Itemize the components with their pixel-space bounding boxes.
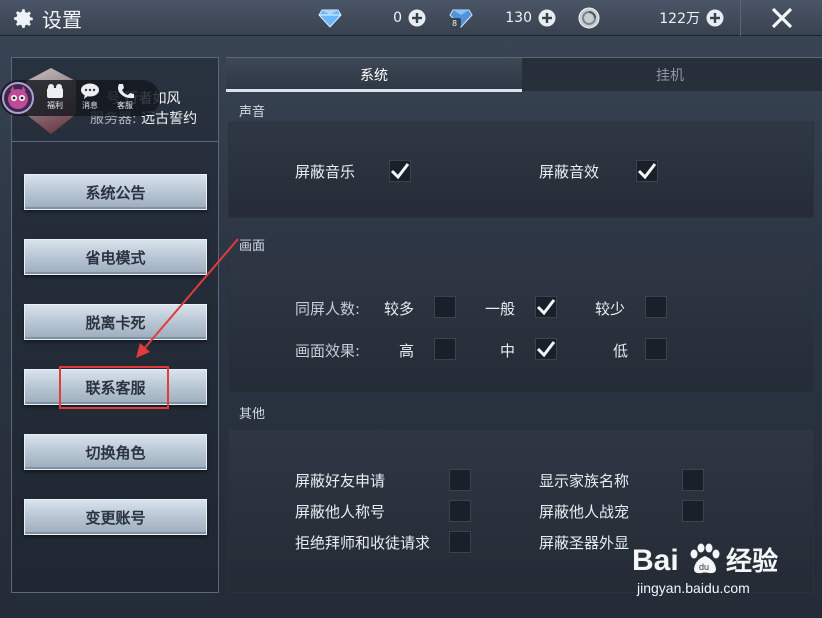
hide-others-pets-checkbox[interactable] [682, 500, 704, 522]
reject-mentor-requests-label: 拒绝拜师和收徒请求 [295, 534, 431, 552]
baidu-logo: Bai du 经验 [632, 543, 778, 577]
add-silver-button[interactable] [706, 9, 724, 27]
watermark-url: jingyan.baidu.com [637, 580, 750, 596]
silver-value: 122万 [659, 11, 700, 27]
player-count-less-label: 较少 [595, 300, 626, 318]
tab-system[interactable]: 系统 [226, 58, 522, 92]
bound-diamond-value: 130 [505, 10, 532, 26]
hide-artifact-appearance-label: 屏蔽圣器外显 [539, 534, 630, 552]
graphics-low-label: 低 [613, 342, 629, 360]
svg-text:Bai: Bai [632, 544, 679, 577]
hide-others-titles-checkbox[interactable] [449, 500, 471, 522]
change-account-button[interactable]: 变更账号 [24, 499, 207, 535]
mute-music-label: 屏蔽音乐 [295, 163, 356, 181]
power-saving-button[interactable]: 省电模式 [24, 239, 207, 275]
player-count-more-label: 较多 [384, 300, 415, 318]
mute-music-checkbox[interactable] [389, 160, 411, 182]
reject-mentor-requests-checkbox[interactable] [449, 531, 471, 553]
checkmark-icon [390, 163, 410, 180]
graphics-low-checkbox[interactable] [645, 338, 667, 360]
welfare-button[interactable]: 福利 [38, 83, 72, 115]
quick-access-bar: 福利 消息 客服 [0, 80, 160, 116]
mute-sfx-checkbox[interactable] [636, 160, 658, 182]
player-count-normal-label: 一般 [485, 300, 516, 318]
support-button[interactable]: 客服 [108, 83, 142, 115]
graphics-high-checkbox[interactable] [434, 338, 456, 360]
player-count-less-checkbox[interactable] [645, 296, 667, 318]
display-section-title: 画面 [239, 239, 266, 254]
hide-others-pets-label: 屏蔽他人战宠 [539, 503, 630, 521]
left-panel: 号 行者如风 服务器: 远古誓约 系统公告 省电模式 脱离卡死 联系客服 切换角… [11, 57, 219, 593]
show-family-name-checkbox[interactable] [682, 469, 704, 491]
baidu-watermark: Bai du 经验 [632, 538, 792, 584]
svg-text:du: du [699, 562, 709, 572]
chat-icon [81, 83, 99, 99]
checkmark-icon [536, 341, 556, 358]
graphics-medium-label: 中 [500, 342, 516, 360]
silver-counter: 122万 [578, 6, 724, 30]
svg-text:8: 8 [452, 19, 457, 28]
graphics-high-label: 高 [399, 342, 415, 360]
welfare-label: 福利 [47, 101, 63, 110]
switch-character-button[interactable]: 切换角色 [24, 434, 207, 470]
mascot-face-icon [8, 86, 28, 109]
messages-label: 消息 [82, 101, 98, 110]
display-section: 同屏人数: 较多 一般 较少 画面效果: 高 中 低 [228, 257, 814, 393]
settings-panel: 系统 挂机 声音 屏蔽音乐 屏蔽音效 画面 同屏人数: 较多 一般 较少 画面效… [226, 57, 822, 593]
add-bound-diamond-button[interactable] [538, 9, 556, 27]
graphics-medium-checkbox[interactable] [535, 338, 557, 360]
tab-bar: 系统 挂机 [226, 57, 822, 92]
hide-others-titles-label: 屏蔽他人称号 [295, 503, 386, 521]
close-button[interactable] [740, 0, 822, 36]
sound-section: 屏蔽音乐 屏蔽音效 [228, 122, 814, 218]
silver-coin-icon [578, 7, 600, 29]
diamond-icon [318, 9, 342, 28]
mascot-icon[interactable] [2, 82, 34, 114]
support-label: 客服 [117, 101, 133, 110]
bound-diamond-counter: 8 130 [448, 6, 556, 30]
block-friend-requests-checkbox[interactable] [449, 469, 471, 491]
other-section-title: 其他 [239, 407, 266, 422]
system-notice-button[interactable]: 系统公告 [24, 174, 207, 210]
bound-diamond-icon: 8 [449, 9, 473, 28]
title-area: 设置 [10, 4, 82, 33]
diamond-counter: 0 [318, 6, 426, 30]
diamond-value: 0 [393, 10, 402, 26]
add-diamond-button[interactable] [408, 9, 426, 27]
phone-icon [118, 84, 134, 99]
mute-sfx-label: 屏蔽音效 [539, 163, 600, 181]
sound-section-title: 声音 [239, 105, 266, 120]
checkmark-icon [536, 299, 556, 316]
tab-auto-battle[interactable]: 挂机 [522, 58, 818, 92]
annotation-highlight-box [59, 366, 169, 409]
block-friend-requests-label: 屏蔽好友申请 [295, 472, 386, 490]
player-count-more-checkbox[interactable] [434, 296, 456, 318]
top-bar: 设置 0 8 130 122万 [0, 0, 822, 36]
show-family-name-label: 显示家族名称 [539, 472, 630, 490]
gift-icon [47, 84, 63, 98]
player-count-label: 同屏人数: [295, 300, 361, 318]
messages-button[interactable]: 消息 [73, 83, 107, 115]
player-count-normal-checkbox[interactable] [535, 296, 557, 318]
gear-icon [14, 8, 33, 28]
graphics-quality-label: 画面效果: [295, 342, 361, 360]
svg-text:经验: 经验 [726, 546, 778, 577]
checkmark-icon [637, 163, 657, 180]
page-title: 设置 [42, 8, 82, 32]
unstuck-button[interactable]: 脱离卡死 [24, 304, 207, 340]
close-icon [771, 7, 792, 29]
